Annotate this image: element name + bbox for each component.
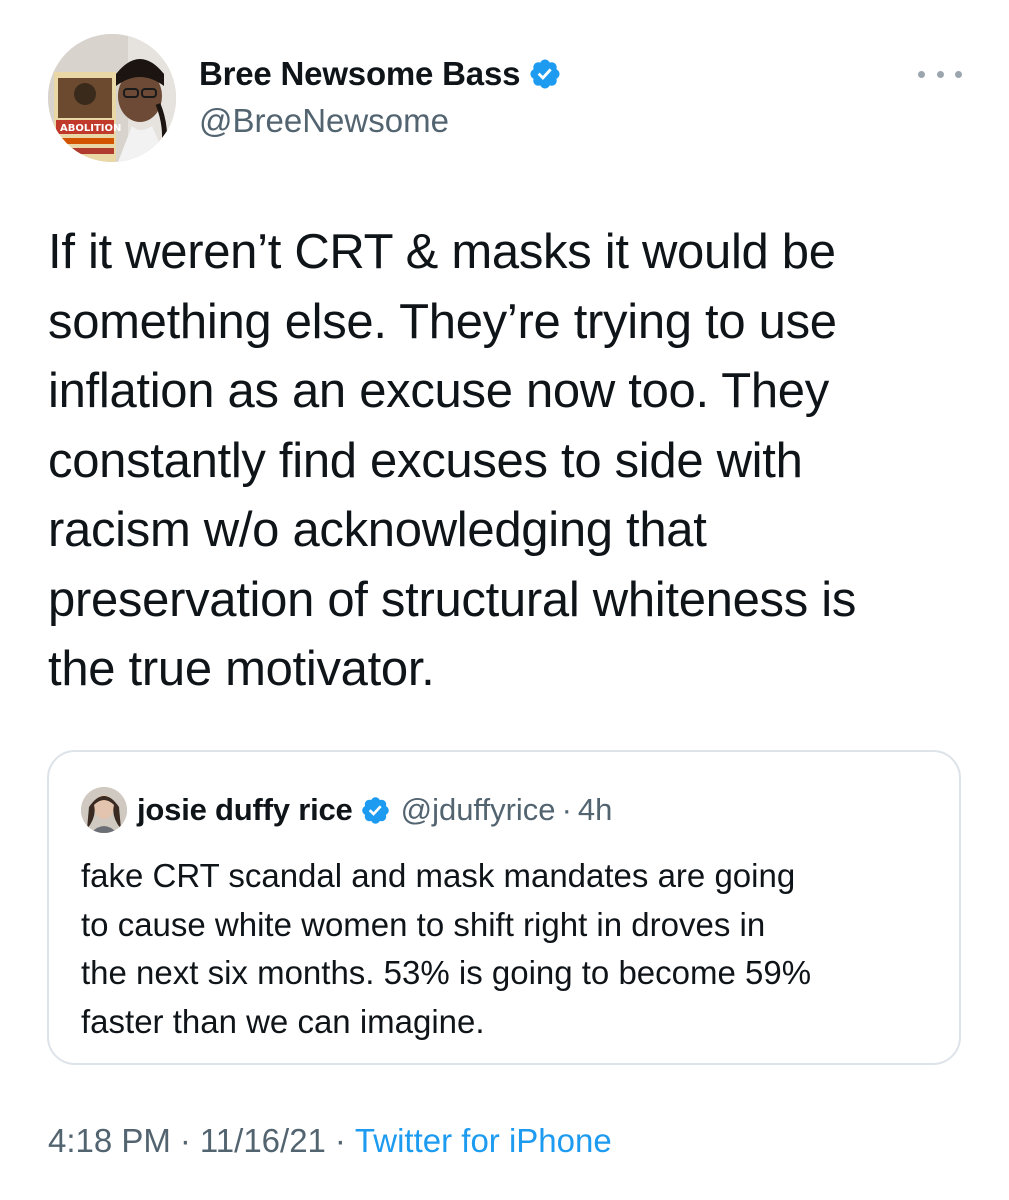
author-avatar[interactable]: ABOLITION (48, 34, 176, 162)
quoted-author-name[interactable]: josie duffy rice (137, 792, 353, 828)
quoted-tweet-card[interactable]: josie duffy rice @jduffyrice · 4h fake C… (47, 750, 961, 1065)
quoted-separator: · (561, 792, 572, 827)
quoted-tweet-text: fake CRT scandal and mask mandates are g… (81, 857, 812, 1040)
quoted-author-handle[interactable]: @jduffyrice (401, 792, 556, 828)
tweet-text: If it weren’t CRT & masks it would be so… (48, 225, 857, 696)
more-dot (936, 70, 944, 78)
meta-separator: · (334, 1122, 346, 1159)
tweet-date[interactable]: 11/16/21 (200, 1122, 326, 1160)
author-display-name[interactable]: Bree Newsome Bass (199, 55, 520, 93)
author-avatar-image: ABOLITION (48, 34, 176, 162)
tweet-time[interactable]: 4:18 PM (48, 1122, 171, 1160)
more-dot (918, 70, 925, 78)
verified-badge-icon (528, 57, 562, 91)
verified-badge-icon (360, 795, 391, 826)
author-handle[interactable]: @BreeNewsome (199, 102, 449, 140)
more-options-icon[interactable] (918, 62, 962, 86)
more-dot (955, 70, 962, 78)
tweet-source-link[interactable]: Twitter for iPhone (355, 1122, 612, 1160)
tweet-metadata: 4:18 PM · 11/16/21 · Twitter for iPhone (48, 1122, 612, 1160)
quoted-author-avatar[interactable] (81, 787, 127, 833)
quoted-author-avatar-image (81, 787, 127, 833)
quoted-timestamp[interactable]: 4h (578, 792, 612, 828)
meta-separator: · (179, 1122, 191, 1159)
quoted-tweet-header: josie duffy rice @jduffyrice · 4h (81, 786, 612, 834)
author-name-row[interactable]: Bree Newsome Bass (199, 52, 562, 96)
avatar-book-title: ABOLITION (60, 123, 121, 134)
